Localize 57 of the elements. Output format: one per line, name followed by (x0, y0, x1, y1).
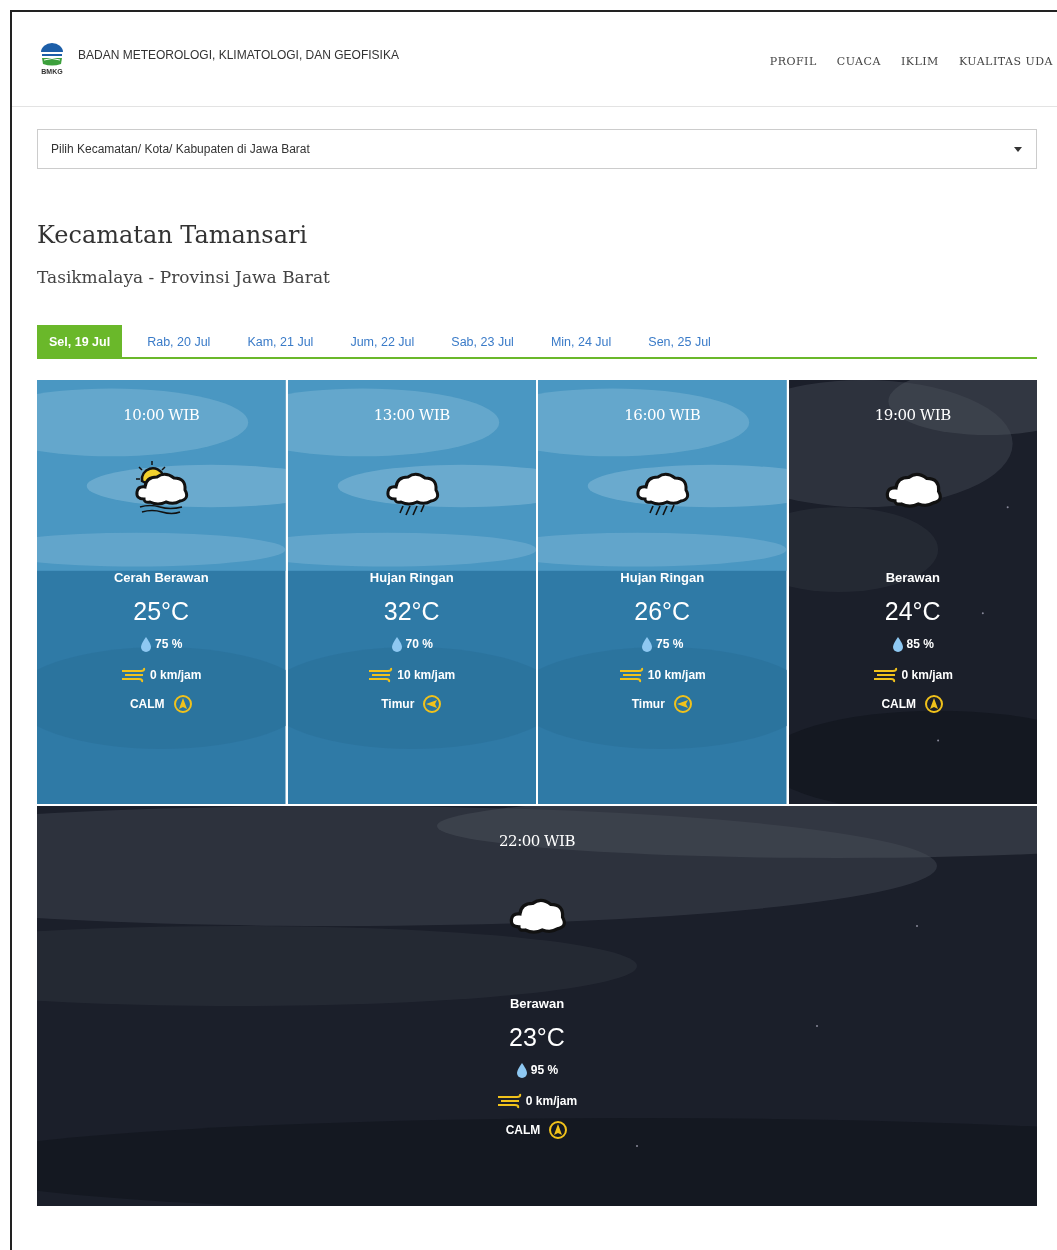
wind-icon (121, 666, 148, 684)
weather-condition: Cerah Berawan (113, 570, 209, 585)
date-tab[interactable]: Sen, 25 Jul (636, 325, 723, 357)
caret-icon (1014, 146, 1022, 152)
wind-direction: Timur (631, 697, 665, 711)
forecast-time: 10:00 WIB (123, 406, 200, 424)
date-tab[interactable]: Min, 24 Jul (538, 325, 624, 357)
temperature: 25°C (133, 597, 190, 626)
date-tab[interactable]: Sab, 23 Jul (439, 325, 526, 357)
location-dropdown[interactable]: Pilih Kecamatan/ Kota/ Kabupaten di Jawa Barat (37, 129, 1037, 169)
agency-name: BADAN METEOROLOGI, KLIMATOLOGI, DAN GEOFISIKA (78, 48, 400, 62)
weather-condition: Hujan Ringan (620, 570, 705, 585)
wind-direction: Timur (381, 697, 415, 711)
humidity-value: 75 % (155, 637, 183, 651)
weather-condition: Hujan Ringan (369, 570, 454, 585)
wind-icon (496, 1092, 523, 1110)
water-drop-icon (390, 636, 403, 652)
page-title: Kecamatan Tamansari (37, 221, 309, 249)
temperature: 26°C (634, 597, 691, 626)
logo-icon (38, 43, 66, 67)
date-tab[interactable]: Rab, 20 Jul (135, 325, 223, 357)
wind-icon (872, 666, 899, 684)
wind-direction: CALM (881, 697, 917, 711)
forecast-time: 13:00 WIB (373, 406, 450, 424)
humidity-value: 95 % (530, 1063, 559, 1077)
forecast-time: 19:00 WIB (874, 406, 951, 424)
water-drop-icon (641, 636, 654, 652)
water-drop-icon (140, 636, 153, 652)
location-subtitle: Tasikmalaya - Provinsi Jawa Barat (37, 267, 331, 287)
wind-direction: CALM (129, 697, 165, 711)
temperature: 23°C (509, 1023, 565, 1052)
weather-condition: Berawan (509, 996, 565, 1011)
nav-link[interactable]: KUALITAS UDA (958, 54, 1053, 68)
nav-link[interactable]: IKLIM (900, 54, 939, 68)
date-tab[interactable]: Jum, 22 Jul (338, 325, 427, 357)
wind-icon (618, 666, 645, 684)
humidity-value: 75 % (656, 637, 684, 651)
wind-speed: 10 km/jam (397, 668, 456, 682)
wind-direction: CALM (505, 1123, 541, 1137)
wind-speed: 0 km/jam (150, 668, 202, 682)
wind-speed: 10 km/jam (647, 668, 706, 682)
water-drop-icon (891, 636, 904, 652)
wind-icon (368, 666, 395, 684)
water-drop-icon (515, 1062, 528, 1078)
date-tab[interactable]: Kam, 21 Jul (235, 325, 326, 357)
humidity-value: 70 % (405, 637, 433, 651)
forecast-time: 22:00 WIB (499, 832, 575, 850)
nav-link[interactable]: CUACA (836, 54, 881, 68)
temperature: 24°C (884, 597, 941, 626)
temperature: 32°C (383, 597, 440, 626)
nav-link[interactable]: PROFIL (769, 54, 817, 68)
forecast-time: 16:00 WIB (624, 406, 701, 424)
weather-condition: Berawan (885, 570, 940, 585)
humidity-value: 85 % (906, 637, 934, 651)
date-tab[interactable]: Sel, 19 Jul (37, 325, 123, 357)
wind-speed: 0 km/jam (525, 1094, 578, 1108)
wind-speed: 0 km/jam (901, 668, 953, 682)
